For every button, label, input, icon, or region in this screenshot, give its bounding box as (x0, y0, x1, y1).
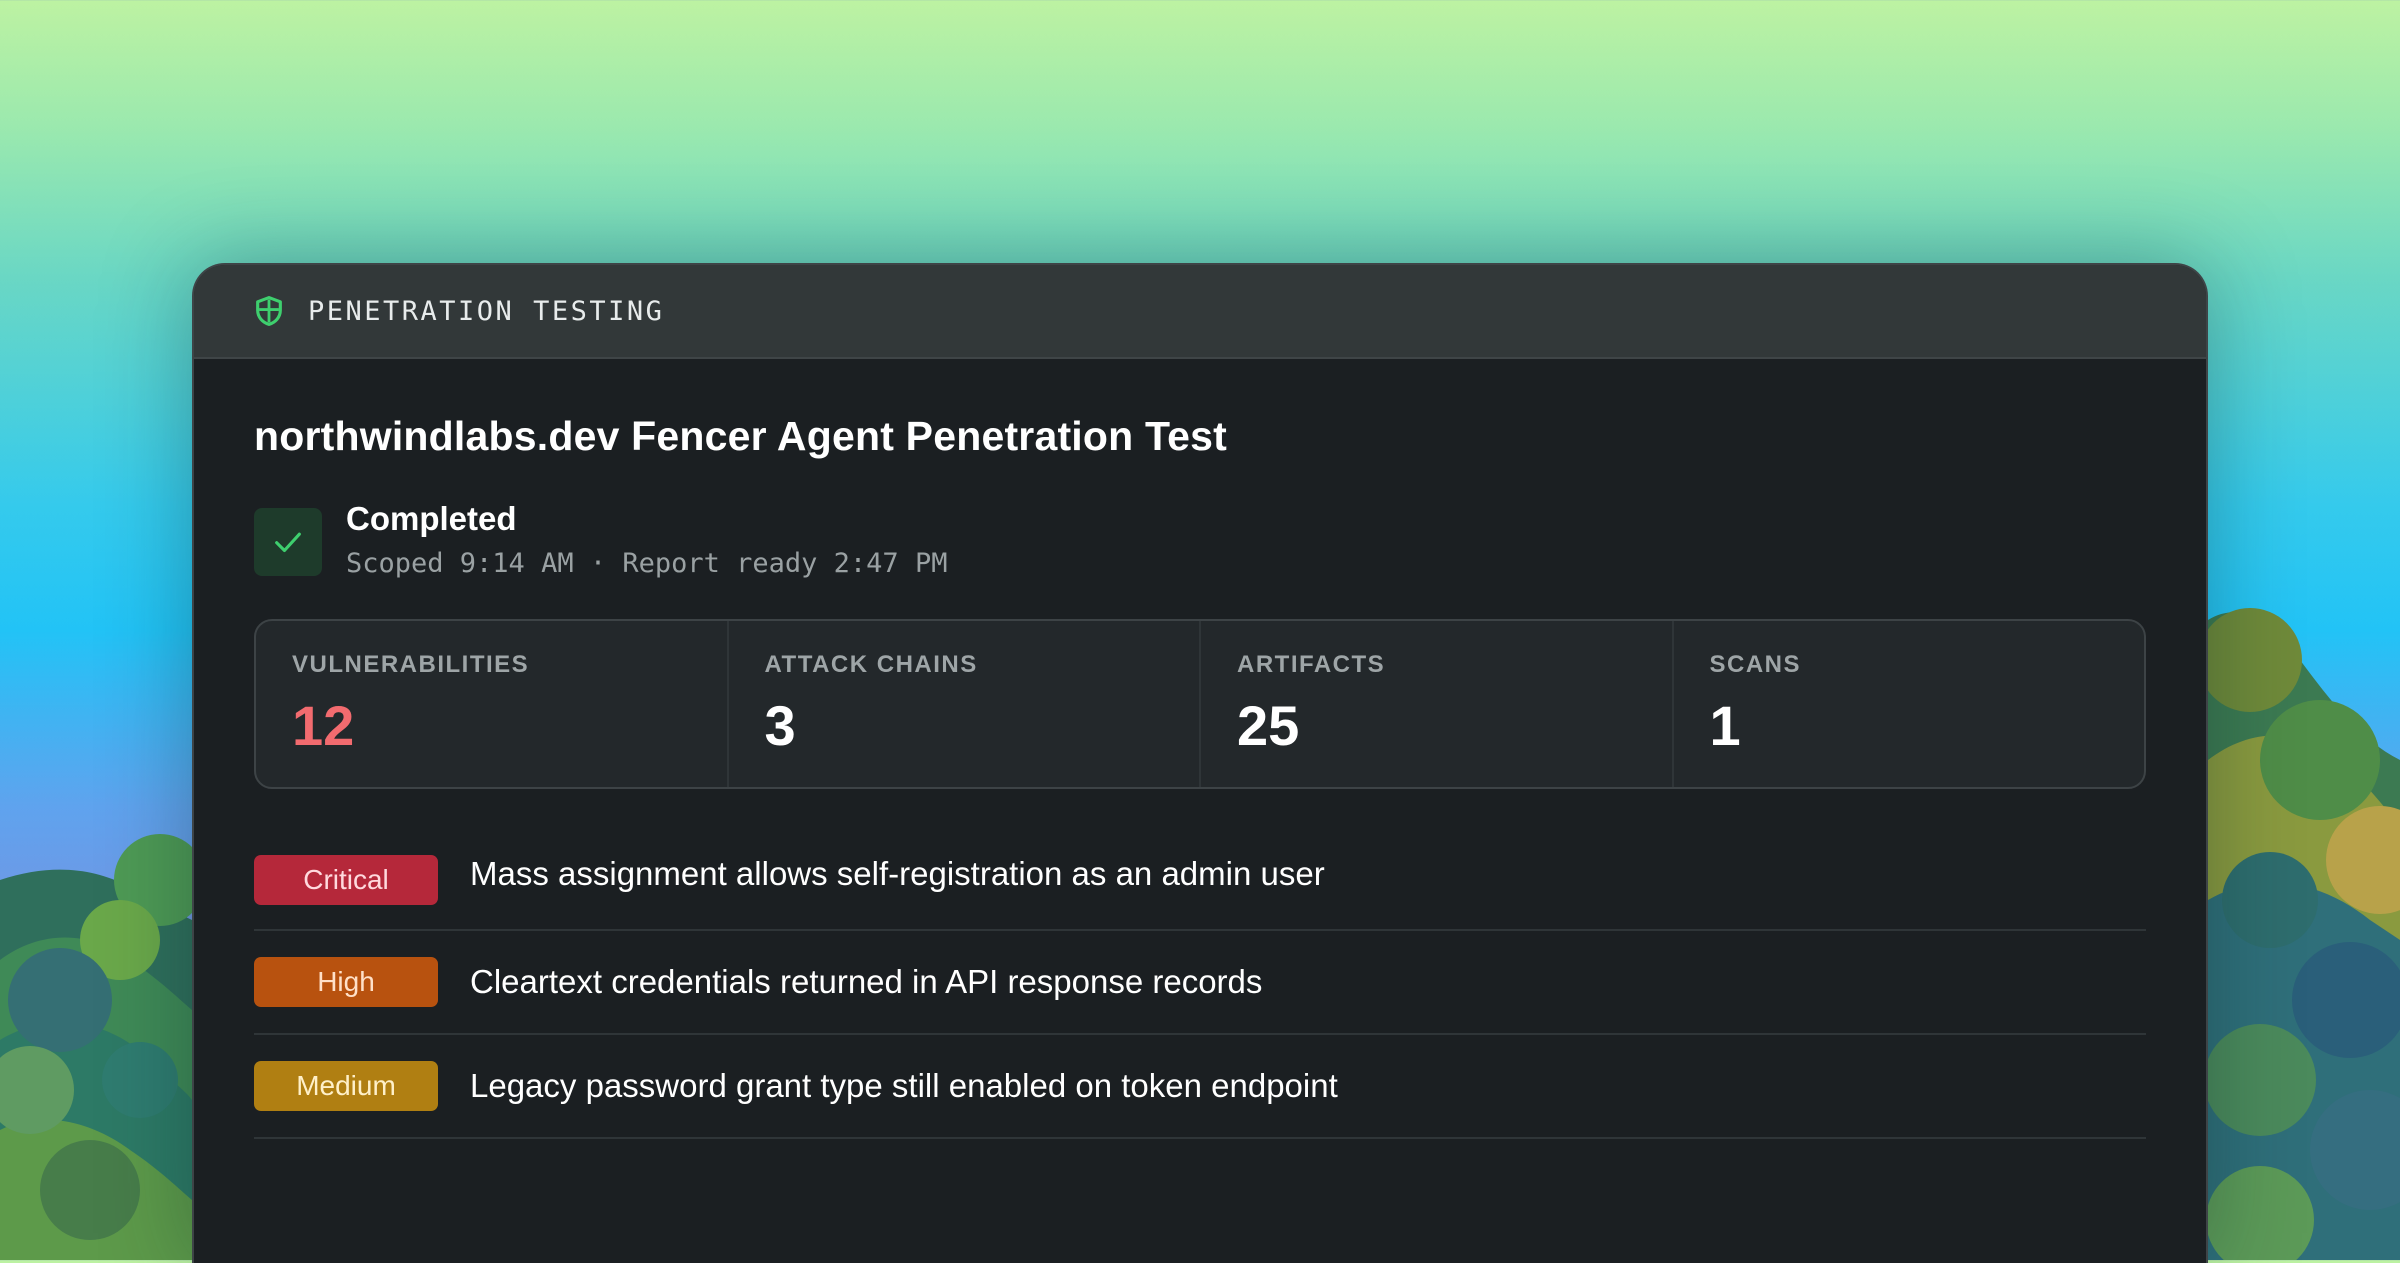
finding-title[interactable]: Mass assignment allows self-registration… (470, 855, 1325, 893)
stat-value: 3 (764, 694, 796, 757)
stat-scans: SCANS 1 (1674, 621, 2145, 787)
stat-label: ARTIFACTS (1237, 651, 1386, 678)
card-body: northwindlabs.dev Fencer Agent Penetrati… (194, 413, 2206, 1139)
pentest-card: PENETRATION TESTING northwindlabs.dev Fe… (192, 263, 2208, 1263)
stat-vulnerabilities: VULNERABILITIES 12 (256, 621, 729, 787)
page-title: northwindlabs.dev Fencer Agent Penetrati… (254, 413, 1228, 459)
stat-value: 1 (1709, 694, 1741, 757)
findings-list: Critical Mass assignment allows self-reg… (254, 833, 2146, 1139)
status-indicator (254, 508, 322, 576)
severity-badge-medium: Medium (254, 1061, 438, 1111)
check-icon (275, 532, 301, 553)
finding-title[interactable]: Legacy password grant type still enabled… (470, 1067, 1338, 1105)
shield-icon (256, 295, 282, 327)
status-title: Completed (346, 500, 517, 537)
stats-panel: VULNERABILITIES 12 ATTACK CHAINS 3 ARTIF… (254, 619, 2146, 789)
status-subtitle: Scoped 9:14 AM · Report ready 2:47 PM (346, 548, 948, 579)
card-header: PENETRATION TESTING (194, 265, 2206, 359)
status-text: Completed Scoped 9:14 AM · Report ready … (346, 500, 947, 579)
finding-title[interactable]: Cleartext credentials returned in API re… (470, 963, 1262, 1001)
stat-value: 25 (1237, 694, 1300, 757)
stat-label: VULNERABILITIES (292, 651, 530, 678)
finding-row[interactable]: Medium Legacy password grant type still … (254, 1035, 2146, 1139)
status-row: Completed Scoped 9:14 AM · Report ready … (254, 500, 2146, 579)
severity-badge-high: High (254, 957, 438, 1007)
finding-row[interactable]: Critical Mass assignment allows self-reg… (254, 833, 2146, 931)
stat-label: SCANS (1709, 651, 1802, 678)
stat-artifacts: ARTIFACTS 25 (1201, 621, 1674, 787)
finding-row[interactable]: High Cleartext credentials returned in A… (254, 931, 2146, 1035)
stat-attack-chains: ATTACK CHAINS 3 (729, 621, 1201, 787)
stat-value: 12 (292, 694, 355, 757)
header-label: PENETRATION TESTING (308, 295, 665, 327)
severity-badge-critical: Critical (254, 855, 438, 905)
stat-label: ATTACK CHAINS (764, 651, 978, 678)
